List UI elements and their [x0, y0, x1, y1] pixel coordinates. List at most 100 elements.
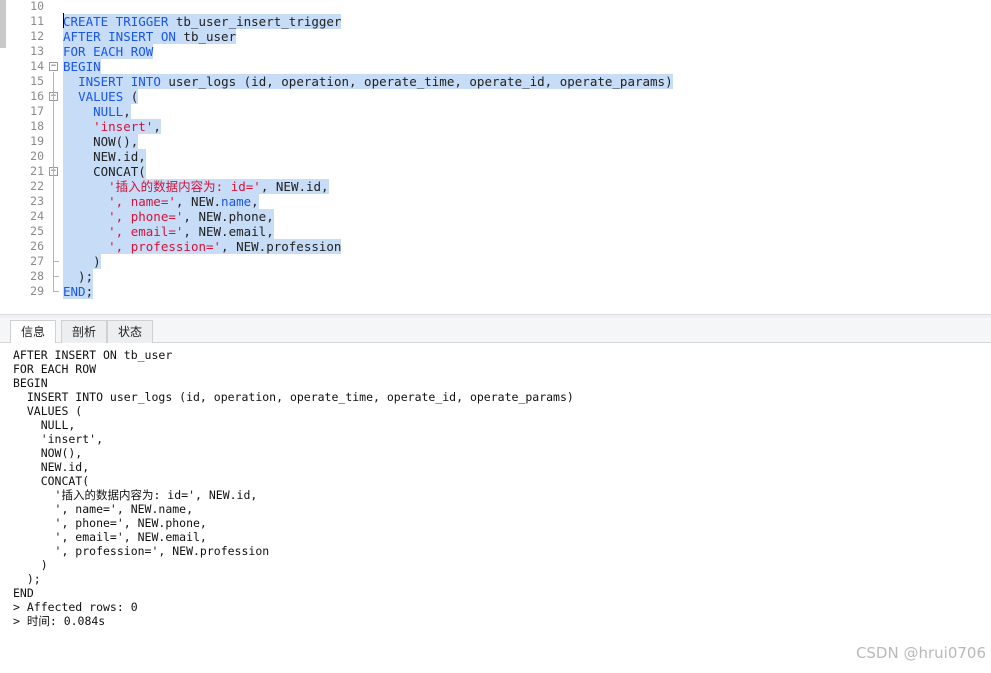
code-line[interactable]: BEGIN	[63, 59, 101, 74]
output-line: ', name=', NEW.name,	[13, 502, 194, 516]
code-text: tb_user	[175, 29, 237, 44]
sql-keyword: BEGIN	[63, 59, 101, 74]
code-line[interactable]: VALUES (	[63, 89, 139, 104]
line-number: 18	[30, 119, 44, 133]
code-line[interactable]: '插入的数据内容为: id=', NEW.id,	[63, 179, 329, 194]
watermark: CSDN @hrui0706	[855, 644, 986, 662]
code-text: , NEW.email,	[183, 224, 274, 239]
code-line[interactable]: )	[63, 254, 101, 269]
code-line[interactable]: NEW.id,	[63, 149, 146, 164]
output-line: NOW(),	[13, 446, 83, 460]
code-line[interactable]: NULL,	[63, 104, 131, 119]
code-line[interactable]: 'insert',	[63, 119, 161, 134]
output-line: VALUES (	[13, 404, 83, 418]
code-text: , NEW.phone,	[183, 209, 274, 224]
line-number: 24	[30, 209, 44, 223]
editor-scrollbar-thumb[interactable]	[0, 0, 6, 48]
sql-editor[interactable]: 10 11 CREATE TRIGGER tb_user_insert_trigge…	[0, 0, 991, 314]
code-line[interactable]: ', phone=', NEW.phone,	[63, 209, 274, 224]
code-line[interactable]: ', name=', NEW.name,	[63, 194, 259, 209]
code-line[interactable]: NOW(),	[63, 134, 139, 149]
code-line[interactable]: AFTER INSERT ON tb_user	[63, 29, 237, 44]
sql-keyword: AFTER INSERT ON	[63, 29, 176, 44]
sql-keyword: FOR EACH ROW	[63, 44, 154, 59]
tab-info[interactable]: 信息	[10, 320, 57, 344]
line-number: 21	[30, 164, 44, 178]
code-line[interactable]: ', email=', NEW.email,	[63, 224, 274, 239]
line-number: 22	[30, 179, 44, 193]
text-caret	[63, 13, 64, 28]
fold-toggle-icon[interactable]: −	[49, 62, 58, 71]
output-line: INSERT INTO user_logs (id, operation, op…	[13, 390, 574, 404]
sql-string: ', email='	[108, 224, 184, 239]
code-text: user_logs (id, operation, operate_time, …	[160, 74, 673, 89]
code-text: NEW.id,	[63, 149, 146, 164]
sql-string: ', name='	[108, 194, 176, 209]
output-line: CONCAT(	[13, 474, 90, 488]
line-number: 15	[30, 74, 44, 88]
sql-string: ', phone='	[108, 209, 184, 224]
tab-status[interactable]: 状态	[107, 320, 154, 343]
sql-keyword: name	[221, 194, 252, 209]
message-output: AFTER INSERT ON tb_user FOR EACH ROW BEGIN…	[0, 343, 991, 673]
code-text: NOW(),	[63, 134, 139, 149]
code-text: )	[63, 254, 101, 269]
fold-end-marker	[53, 276, 59, 277]
result-tab-bar: 信息 剖析 状态	[0, 318, 991, 344]
line-number: 17	[30, 104, 44, 118]
line-number: 29	[30, 284, 44, 298]
line-number: 23	[30, 194, 44, 208]
sql-string: ', profession='	[108, 239, 222, 254]
code-line[interactable]: FOR EACH ROW	[63, 44, 154, 59]
tab-profile[interactable]: 剖析	[61, 320, 108, 343]
code-line[interactable]: CONCAT(	[63, 164, 146, 179]
code-line[interactable]: END;	[63, 284, 94, 299]
output-line: > Affected rows: 0	[13, 600, 138, 614]
code-line[interactable]: ', profession=', NEW.profession	[63, 239, 342, 254]
output-line: NULL,	[13, 418, 76, 432]
code-text: ;	[85, 284, 94, 299]
line-number: 20	[30, 149, 44, 163]
fold-end-marker	[53, 291, 59, 292]
output-line: FOR EACH ROW	[13, 362, 97, 376]
line-number: 12	[30, 29, 44, 43]
fold-end-marker	[53, 261, 59, 262]
code-text: );	[63, 269, 94, 284]
code-text: , NEW.	[175, 194, 222, 209]
line-number: 14	[30, 59, 44, 73]
code-text: CONCAT(	[63, 164, 146, 179]
output-line: NEW.id,	[13, 460, 90, 474]
output-line: 'insert',	[13, 432, 104, 446]
line-number: 11	[30, 14, 44, 28]
line-number: 26	[30, 239, 44, 253]
output-line: '插入的数据内容为: id=', NEW.id,	[13, 488, 258, 502]
sql-keyword: NULL	[93, 104, 124, 119]
output-line: ', phone=', NEW.phone,	[13, 516, 207, 530]
output-line: );	[13, 572, 41, 586]
output-line: ', email=', NEW.email,	[13, 530, 207, 544]
line-number: 28	[30, 269, 44, 283]
code-text: ,	[123, 104, 131, 119]
code-line[interactable]: CREATE TRIGGER tb_user_insert_trigger	[63, 14, 342, 29]
code-text: tb_user_insert_trigger	[168, 14, 342, 29]
code-text: ,	[251, 194, 259, 209]
code-text: ,	[153, 119, 161, 134]
code-line[interactable]: INSERT INTO user_logs (id, operation, op…	[63, 74, 673, 89]
code-text: , NEW.profession	[221, 239, 342, 254]
output-line: AFTER INSERT ON tb_user	[13, 348, 173, 362]
output-line: END	[13, 586, 34, 600]
output-line: ', profession=', NEW.profession	[13, 544, 270, 558]
sql-keyword: END	[63, 284, 86, 299]
line-number: 19	[30, 134, 44, 148]
line-number: 25	[30, 224, 44, 238]
sql-keyword: CREATE TRIGGER	[63, 14, 169, 29]
code-line[interactable]: );	[63, 269, 94, 284]
code-text: (	[123, 89, 139, 104]
